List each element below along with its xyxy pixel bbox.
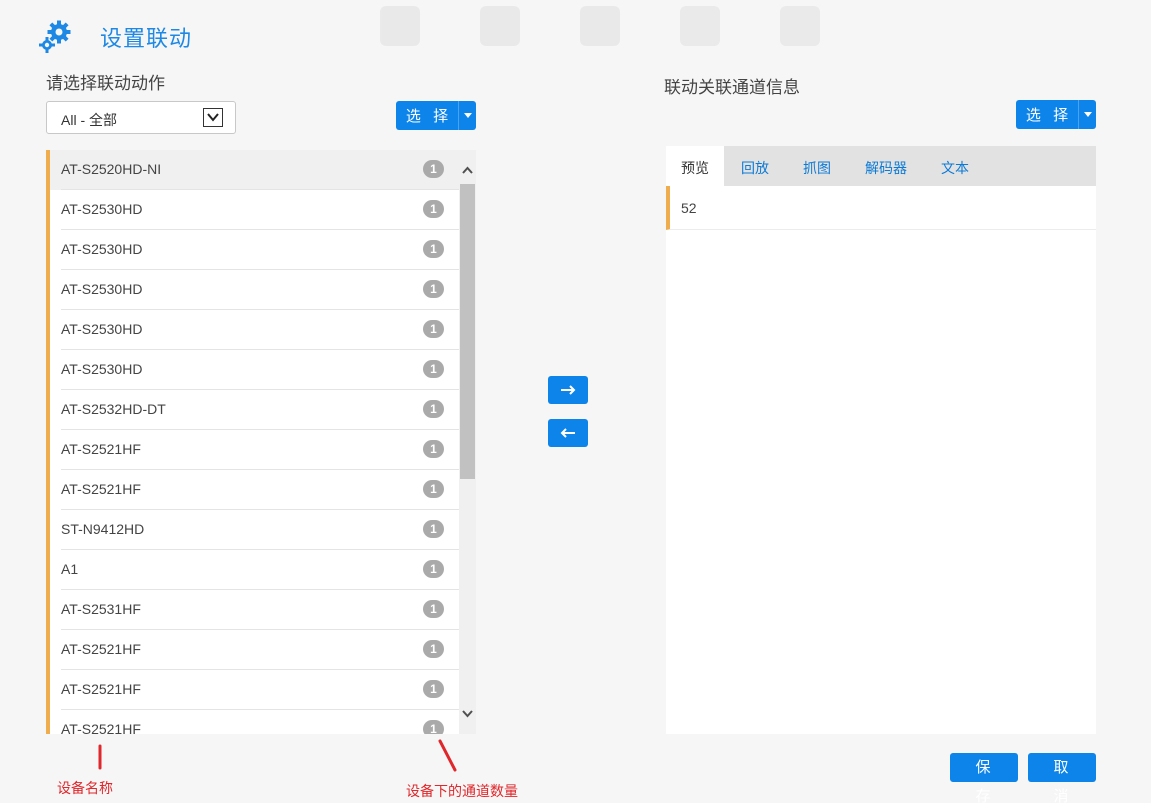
- channel-count-badge: 1: [423, 360, 444, 378]
- device-name: AT-S2520HD-NI: [61, 161, 162, 177]
- device-row[interactable]: AT-S2530HD 1: [46, 230, 476, 270]
- device-name: AT-S2521HF: [61, 481, 141, 497]
- right-select-label: 选 择: [1025, 107, 1073, 124]
- channel-tab-bar: 预览 回放 抓图 解码器 文本: [666, 146, 1096, 186]
- channel-count-badge: 1: [423, 720, 444, 734]
- linked-channel-panel: 预览 回放 抓图 解码器 文本 52: [666, 146, 1096, 734]
- filter-selected-value: All - 全部: [61, 112, 117, 128]
- channel-count-badge: 1: [423, 400, 444, 418]
- dialog-title: 设置联动: [100, 26, 193, 51]
- channel-count-badge: 1: [423, 680, 444, 698]
- device-row[interactable]: AT-S2521HF 1: [46, 670, 476, 710]
- device-list-scrollbar[interactable]: [459, 150, 476, 734]
- device-row[interactable]: AT-S2530HD 1: [46, 350, 476, 390]
- channel-count-badge: 1: [423, 240, 444, 258]
- arrow-left-icon: [560, 428, 575, 438]
- device-row[interactable]: AT-S2521HF 1: [46, 710, 476, 734]
- device-row[interactable]: ST-N9412HD 1: [46, 510, 476, 550]
- annotation-device-name: 设备名称: [57, 780, 113, 796]
- channel-count-badge: 1: [423, 640, 444, 658]
- channel-count-badge: 1: [423, 520, 444, 538]
- scroll-down-icon[interactable]: [461, 708, 474, 720]
- right-select-dropdown-toggle[interactable]: [1078, 100, 1096, 129]
- channel-count-badge: 1: [423, 440, 444, 458]
- gears-icon: [39, 20, 71, 53]
- device-name: AT-S2530HD: [61, 241, 143, 257]
- channel-count-badge: 1: [423, 160, 444, 178]
- bg-home-icon: [380, 6, 420, 46]
- device-name: AT-S2532HD-DT: [61, 401, 166, 417]
- device-name: AT-S2530HD: [61, 321, 143, 337]
- device-name: AT-S2521HF: [61, 721, 141, 734]
- device-name: AT-S2521HF: [61, 641, 141, 657]
- channel-count-badge: 1: [423, 320, 444, 338]
- tab-playback[interactable]: 回放: [724, 146, 786, 186]
- move-left-button[interactable]: [548, 419, 588, 447]
- device-row[interactable]: A1 1: [46, 550, 476, 590]
- caret-down-icon: [463, 113, 472, 118]
- move-right-button[interactable]: [548, 376, 588, 404]
- left-select-dropdown-toggle[interactable]: [458, 101, 476, 130]
- channel-count-badge: 1: [423, 560, 444, 578]
- channel-count-badge: 1: [423, 200, 444, 218]
- right-panel-title: 联动关联通道信息: [664, 78, 800, 97]
- device-name: A1: [61, 561, 79, 577]
- device-name: AT-S2530HD: [61, 281, 143, 297]
- tab-capture[interactable]: 抓图: [786, 146, 848, 186]
- annotation-stroke-device-name: [98, 744, 102, 770]
- device-row[interactable]: AT-S2531HF 1: [46, 590, 476, 630]
- device-name: AT-S2531HF: [61, 601, 141, 617]
- device-list[interactable]: AT-S2520HD-NI 1 AT-S2530HD 1 AT-S2530HD 1 AT-S…: [46, 150, 476, 734]
- device-row[interactable]: AT-S2530HD 1: [46, 310, 476, 350]
- right-select-button[interactable]: 选 择: [1016, 100, 1096, 129]
- channel-count-badge: 1: [423, 480, 444, 498]
- bg-monitor-icon: [480, 6, 520, 46]
- channel-value: 52: [681, 200, 697, 216]
- device-row[interactable]: AT-S2521HF 1: [46, 630, 476, 670]
- channel-row[interactable]: 52: [666, 186, 1096, 230]
- device-row[interactable]: AT-S2521HF 1: [46, 430, 476, 470]
- caret-down-icon: [1083, 112, 1092, 117]
- device-name: AT-S2530HD: [61, 361, 143, 377]
- arrow-right-icon: [561, 385, 576, 395]
- device-name: AT-S2521HF: [61, 441, 141, 457]
- device-row[interactable]: AT-S2530HD 1: [46, 190, 476, 230]
- channel-count-badge: 1: [423, 280, 444, 298]
- bg-apps-icon: [780, 6, 820, 46]
- left-select-button[interactable]: 选 择: [396, 101, 476, 130]
- device-name: AT-S2521HF: [61, 681, 141, 697]
- device-name: AT-S2530HD: [61, 201, 143, 217]
- left-select-label: 选 择: [405, 108, 453, 125]
- device-row[interactable]: AT-S2521HF 1: [46, 470, 476, 510]
- save-button[interactable]: 保 存: [950, 753, 1018, 803]
- device-row[interactable]: AT-S2532HD-DT 1: [46, 390, 476, 430]
- tab-preview[interactable]: 预览: [666, 146, 724, 186]
- tab-decoder[interactable]: 解码器: [848, 146, 924, 186]
- chevron-down-icon[interactable]: [203, 108, 223, 127]
- bg-user-icon: [580, 6, 620, 46]
- device-row[interactable]: AT-S2520HD-NI 1: [46, 150, 476, 190]
- cancel-button[interactable]: 取 消: [1028, 753, 1096, 803]
- background-nav: [380, 6, 820, 46]
- scroll-up-icon[interactable]: [461, 164, 474, 176]
- annotation-stroke-channel-count: [438, 739, 457, 772]
- annotation-channel-count: 设备下的通道数量: [406, 783, 518, 799]
- tab-text[interactable]: 文本: [924, 146, 986, 186]
- scroll-thumb[interactable]: [460, 184, 475, 479]
- device-row[interactable]: AT-S2530HD 1: [46, 270, 476, 310]
- bg-group-icon: [680, 6, 720, 46]
- device-name: ST-N9412HD: [61, 521, 145, 537]
- device-filter-select[interactable]: All - 全部: [46, 101, 236, 134]
- left-panel-title: 请选择联动动作: [46, 74, 165, 93]
- channel-count-badge: 1: [423, 600, 444, 618]
